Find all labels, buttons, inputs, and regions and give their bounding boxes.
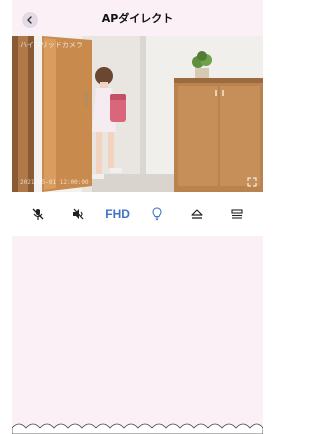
speaker-off-icon bbox=[72, 208, 84, 220]
eject-button[interactable] bbox=[185, 202, 209, 226]
page-title: APダイレクト bbox=[101, 12, 174, 25]
header-bar: APダイレクト bbox=[12, 0, 263, 36]
mic-off-button[interactable] bbox=[26, 202, 50, 226]
timestamp-overlay: 2021-05-01 12:00:00 bbox=[20, 179, 89, 186]
quality-label: FHD bbox=[105, 207, 130, 221]
chevron-left-icon bbox=[27, 16, 32, 24]
camera-video-feed[interactable]: ハイブリッドカメラ 2021-05-01 12:00:00 bbox=[12, 36, 263, 192]
eject-icon bbox=[191, 209, 203, 219]
quality-button[interactable]: FHD bbox=[105, 202, 130, 226]
light-button[interactable] bbox=[145, 202, 169, 226]
speaker-off-button[interactable] bbox=[66, 202, 90, 226]
storage-button[interactable] bbox=[225, 202, 249, 226]
camera-name-overlay: ハイブリッドカメラ bbox=[20, 41, 83, 49]
expand-icon[interactable] bbox=[247, 177, 257, 187]
back-button[interactable] bbox=[22, 12, 38, 28]
camera-scene-image bbox=[12, 36, 263, 192]
camera-toolbar: FHD bbox=[12, 192, 263, 236]
torn-edge-decoration bbox=[12, 423, 263, 434]
storage-icon bbox=[231, 209, 243, 219]
app-screen: APダイレクト ハイブリッドカメラ 2021-05-01 12:00:00 FH… bbox=[12, 0, 263, 434]
bulb-icon bbox=[152, 207, 162, 221]
mic-off-icon bbox=[32, 208, 44, 220]
